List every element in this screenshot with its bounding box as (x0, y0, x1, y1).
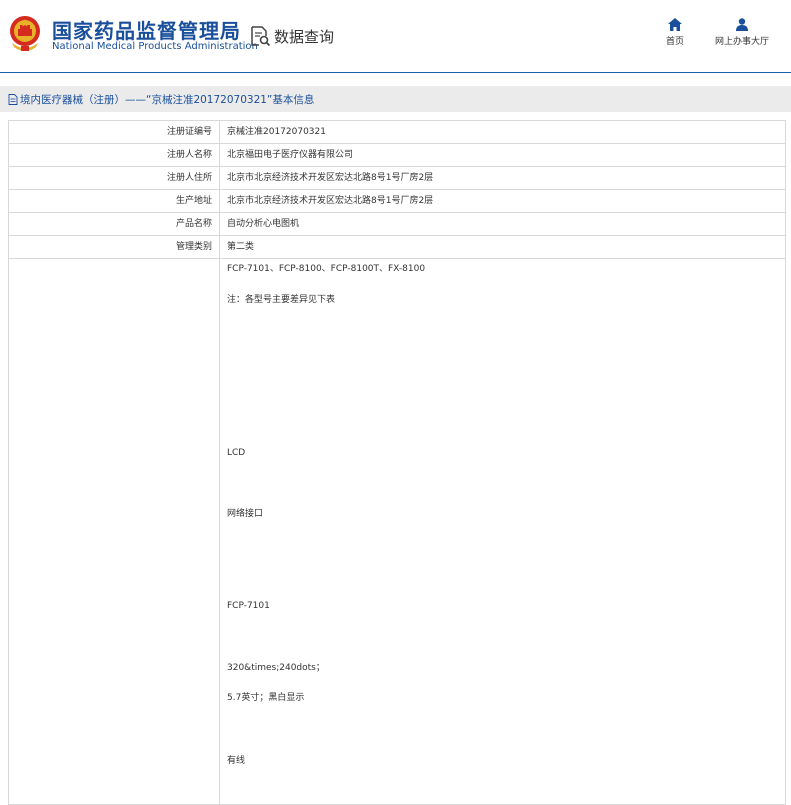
spec-content: FCP-7101、FCP-8100、FCP-8100T、FX-8100 注：各型… (220, 259, 785, 804)
national-emblem-icon (10, 16, 40, 51)
row-label: 注册人名称 (9, 144, 220, 166)
row-value: 北京市北京经济技术开发区宏达北路8号1号厂房2层 (227, 173, 434, 183)
row-value: 北京市北京经济技术开发区宏达北路8号1号厂房2层 (227, 196, 434, 206)
row-label-empty (9, 259, 220, 804)
row-label: 生产地址 (9, 190, 220, 212)
document-search-icon (251, 26, 271, 47)
home-icon (668, 18, 682, 31)
table-row: 注册证编号 京械注准20172070321 (9, 121, 785, 144)
nav-home[interactable]: 首页 (661, 18, 689, 47)
data-query-label: 数据查询 (274, 27, 335, 46)
user-icon (736, 18, 748, 31)
table-row-spec: FCP-7101、FCP-8100、FCP-8100T、FX-8100 注：各型… (9, 259, 785, 805)
spec-line: 注：各型号主要差异见下表 (227, 295, 336, 305)
spec-line: 5.7英寸；黑白显示 (227, 693, 305, 703)
row-label: 管理类别 (9, 236, 220, 258)
nav-home-label: 首页 (665, 37, 684, 47)
site-name-cn[interactable]: 国家药品监督管理局 (52, 15, 241, 44)
document-icon (8, 93, 18, 105)
spec-line: 有线 (227, 756, 246, 766)
row-label: 产品名称 (9, 213, 220, 235)
table-row: 生产地址 北京市北京经济技术开发区宏达北路8号1号厂房2层 (9, 190, 785, 213)
row-value: 北京福田电子医疗仪器有限公司 (227, 150, 354, 160)
info-table: 注册证编号 京械注准20172070321 注册人名称 北京福田电子医疗仪器有限… (8, 120, 786, 805)
page-title-bar: 境内医疗器械（注册）——“京械注准20172070321”基本信息 (0, 86, 791, 112)
spec-line: 网络接口 (227, 509, 264, 519)
row-label: 注册证编号 (9, 121, 220, 143)
page-title: 境内医疗器械（注册）——“京械注准20172070321”基本信息 (20, 93, 315, 106)
row-value: 第二类 (227, 242, 255, 252)
table-row: 注册人住所 北京市北京经济技术开发区宏达北路8号1号厂房2层 (9, 167, 785, 190)
row-value: 京械注准20172070321 (227, 127, 326, 137)
row-label: 注册人住所 (9, 167, 220, 189)
site-name-en[interactable]: National Medical Products Administration (52, 41, 258, 52)
nav-online-service-label: 网上办事大厅 (714, 37, 769, 47)
data-query-link[interactable]: 数据查询 (249, 24, 334, 48)
table-row: 产品名称 自动分析心电图机 (9, 213, 785, 236)
header-divider (0, 72, 791, 73)
spec-line: 320&times;240dots； (227, 663, 325, 673)
spec-line: FCP-7101、FCP-8100、FCP-8100T、FX-8100 (227, 264, 426, 274)
spec-line: FCP-7101 (227, 601, 270, 611)
table-row: 管理类别 第二类 (9, 236, 785, 259)
table-row: 注册人名称 北京福田电子医疗仪器有限公司 (9, 144, 785, 167)
nav-online-service[interactable]: 网上办事大厅 (710, 18, 774, 47)
spec-line: LCD (227, 448, 246, 458)
row-value: 自动分析心电图机 (227, 219, 300, 229)
site-header: 国家药品监督管理局 National Medical Products Admi… (0, 0, 791, 72)
